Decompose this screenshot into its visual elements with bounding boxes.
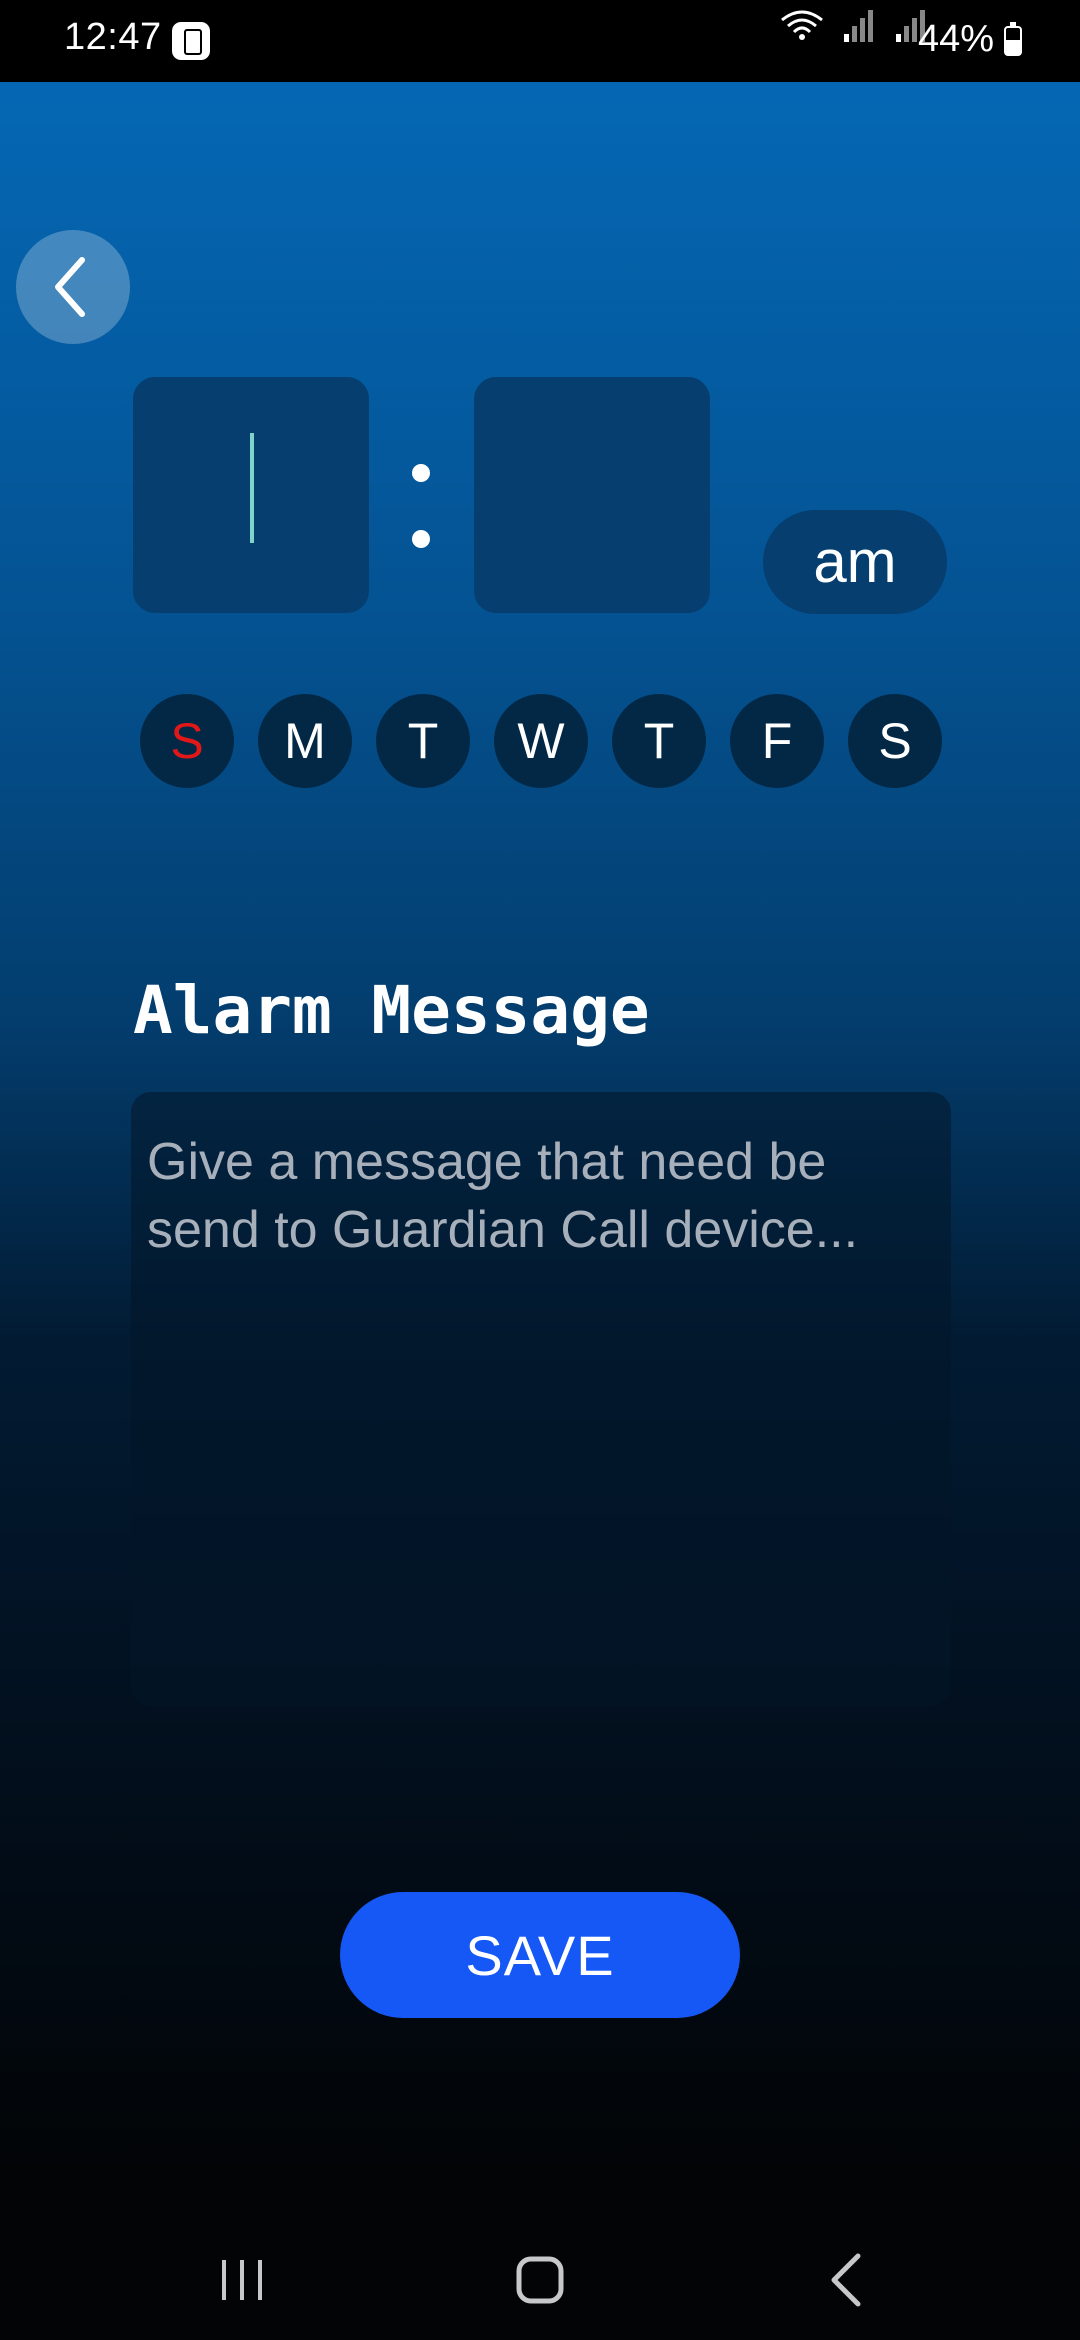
day-thursday[interactable]: T	[612, 694, 706, 788]
sim-icon	[172, 22, 210, 60]
day-friday[interactable]: F	[730, 694, 824, 788]
day-tuesday[interactable]: T	[376, 694, 470, 788]
text-cursor	[250, 433, 254, 543]
signal-icon	[844, 10, 873, 42]
alarm-message-title: Alarm Message	[133, 972, 650, 1049]
day-wednesday[interactable]: W	[494, 694, 588, 788]
am-pm-toggle[interactable]: am	[763, 510, 947, 614]
day-selector: S M T W T F S	[140, 694, 942, 788]
alarm-edit-screen: am S M T W T F S Alarm Message SAVE	[0, 82, 1080, 2176]
chevron-left-icon	[55, 257, 85, 317]
wifi-icon	[781, 10, 823, 40]
day-saturday[interactable]: S	[848, 694, 942, 788]
recents-icon[interactable]	[218, 2260, 266, 2300]
navigation-bar	[0, 2176, 1080, 2340]
save-button[interactable]: SAVE	[340, 1892, 740, 2018]
day-monday[interactable]: M	[258, 694, 352, 788]
battery-percentage: 44%	[917, 18, 994, 60]
back-button[interactable]	[16, 230, 130, 344]
alarm-message-input[interactable]	[147, 1128, 935, 1670]
battery-icon	[1004, 22, 1022, 56]
day-sunday[interactable]: S	[140, 694, 234, 788]
hour-input[interactable]	[133, 377, 369, 613]
home-icon[interactable]	[516, 2256, 564, 2304]
status-bar: 12:47 44%	[0, 0, 1080, 82]
alarm-message-container	[131, 1092, 951, 1706]
status-time: 12:47	[64, 16, 162, 58]
minute-input[interactable]	[474, 377, 710, 613]
back-icon[interactable]	[826, 2252, 866, 2308]
time-separator	[410, 464, 432, 554]
